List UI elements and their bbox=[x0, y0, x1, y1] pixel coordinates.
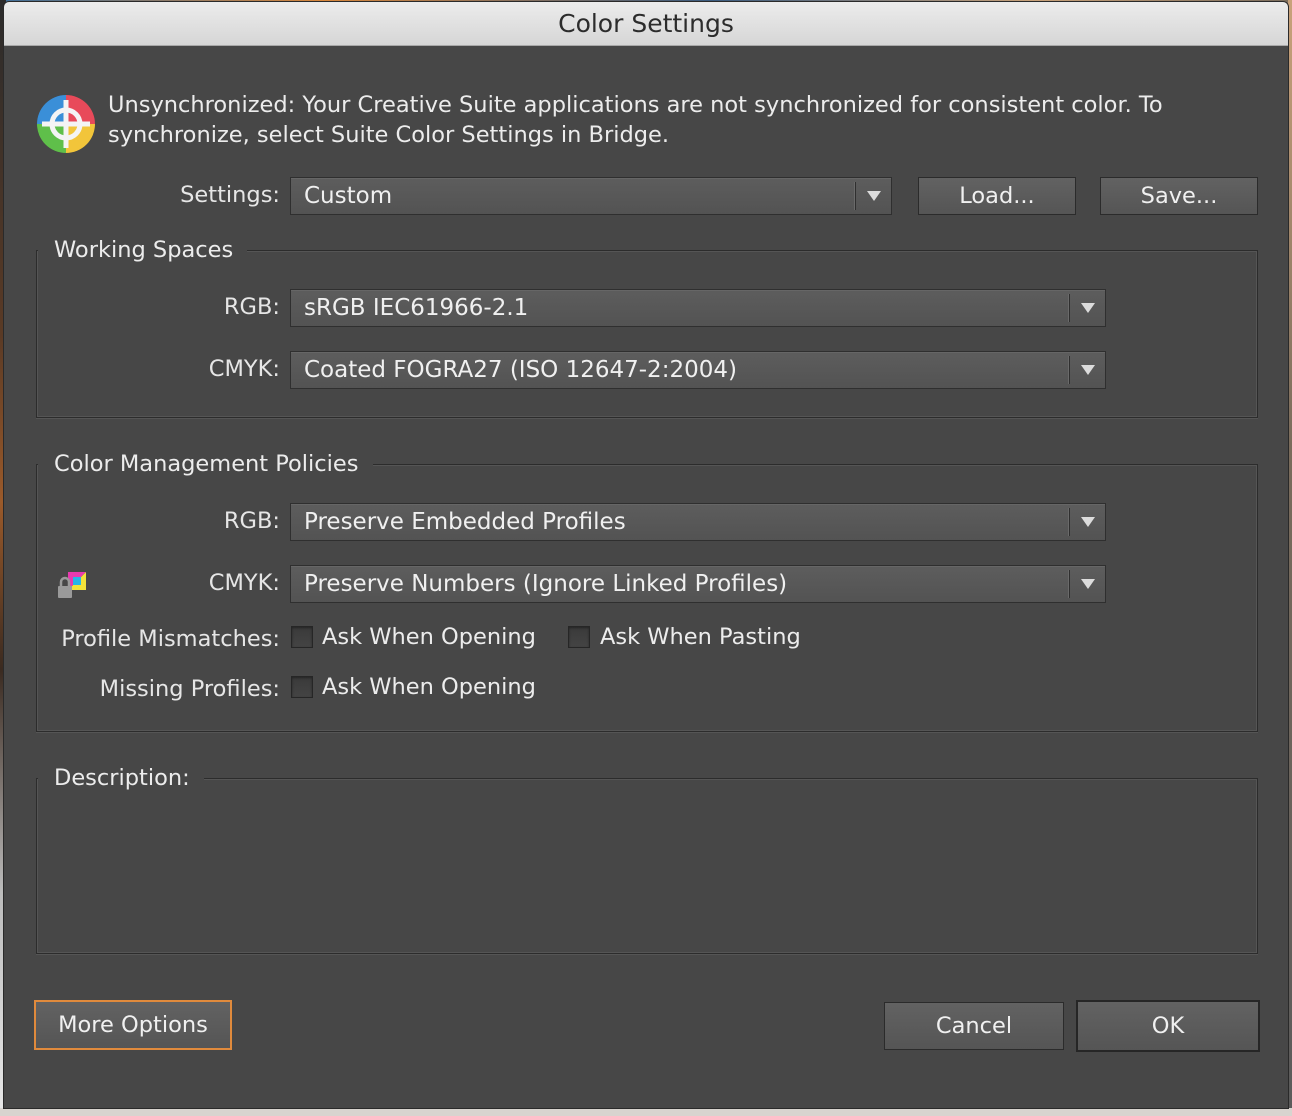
color-wheel-icon bbox=[37, 95, 95, 153]
description-title: Description: bbox=[38, 765, 204, 791]
mismatch-ask-pasting-checkbox[interactable] bbox=[568, 626, 590, 648]
more-options-button[interactable]: More Options bbox=[34, 1000, 232, 1050]
policy-rgb-select[interactable]: Preserve Embedded Profiles bbox=[290, 503, 1106, 541]
settings-select[interactable]: Custom bbox=[290, 177, 892, 215]
window-title: Color Settings bbox=[4, 2, 1288, 46]
settings-value: Custom bbox=[304, 183, 393, 209]
sync-status: Unsynchronized: Your Creative Suite appl… bbox=[34, 90, 1218, 156]
working-spaces-title: Working Spaces bbox=[38, 237, 248, 263]
chevron-down-icon bbox=[1069, 356, 1105, 384]
profile-mismatches-label: Profile Mismatches: bbox=[61, 626, 280, 652]
ws-cmyk-value: Coated FOGRA27 (ISO 12647-2:2004) bbox=[304, 357, 737, 383]
cancel-button[interactable]: Cancel bbox=[884, 1002, 1064, 1050]
chevron-down-icon bbox=[1069, 508, 1105, 536]
ok-button[interactable]: OK bbox=[1076, 1000, 1260, 1052]
settings-label: Settings: bbox=[180, 182, 280, 208]
missing-ask-opening-label[interactable]: Ask When Opening bbox=[322, 674, 536, 700]
description-group bbox=[36, 778, 1258, 954]
policy-cmyk-select[interactable]: Preserve Numbers (Ignore Linked Profiles… bbox=[290, 565, 1106, 603]
background-window-strip bbox=[0, 1108, 1292, 1116]
policy-cmyk-value: Preserve Numbers (Ignore Linked Profiles… bbox=[304, 571, 788, 597]
missing-ask-opening-checkbox[interactable] bbox=[291, 676, 313, 698]
background-window-strip bbox=[1288, 0, 1292, 1116]
color-settings-dialog: Color Settings Unsynchronized: Your Crea… bbox=[4, 2, 1288, 1108]
policy-rgb-value: Preserve Embedded Profiles bbox=[304, 509, 626, 535]
working-spaces-group bbox=[36, 250, 1258, 418]
ws-cmyk-label: CMYK: bbox=[208, 356, 280, 382]
policy-rgb-label: RGB: bbox=[223, 508, 280, 534]
mismatch-ask-opening-checkbox[interactable] bbox=[291, 626, 313, 648]
ws-rgb-select[interactable]: sRGB IEC61966-2.1 bbox=[290, 289, 1106, 327]
chevron-down-icon bbox=[855, 182, 891, 210]
mismatch-ask-pasting-label[interactable]: Ask When Pasting bbox=[600, 624, 801, 650]
ws-rgb-label: RGB: bbox=[223, 294, 280, 320]
chevron-down-icon bbox=[1069, 570, 1105, 598]
mismatch-ask-opening-label[interactable]: Ask When Opening bbox=[322, 624, 536, 650]
sync-message: Unsynchronized: Your Creative Suite appl… bbox=[108, 92, 1163, 148]
ws-cmyk-select[interactable]: Coated FOGRA27 (ISO 12647-2:2004) bbox=[290, 351, 1106, 389]
locked-cmyk-swatch-icon bbox=[58, 572, 86, 598]
load-button[interactable]: Load... bbox=[918, 177, 1076, 215]
save-button[interactable]: Save... bbox=[1100, 177, 1258, 215]
policies-title: Color Management Policies bbox=[38, 451, 373, 477]
policy-cmyk-label: CMYK: bbox=[208, 570, 280, 596]
ws-rgb-value: sRGB IEC61966-2.1 bbox=[304, 295, 529, 321]
missing-profiles-label: Missing Profiles: bbox=[99, 676, 280, 702]
chevron-down-icon bbox=[1069, 294, 1105, 322]
